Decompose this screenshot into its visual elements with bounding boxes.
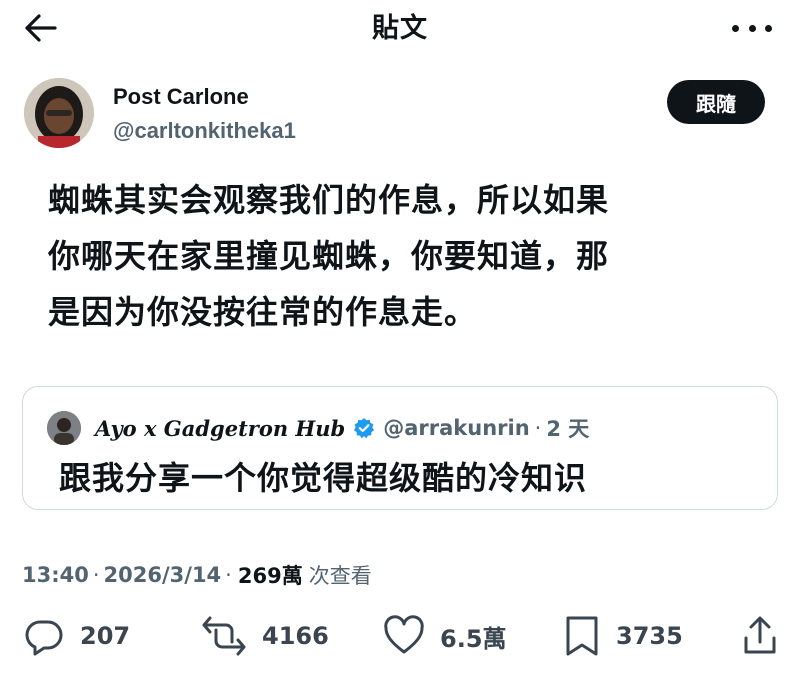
share-button[interactable]: [742, 614, 778, 658]
post-text-line: 你哪天在家里撞见蜘蛛，你要知道，那: [48, 237, 610, 275]
bookmark-icon: [566, 616, 598, 656]
post-text: 蜘蛛其实会观察我们的作息，所以如果 你哪天在家里撞见蜘蛛，你要知道，那 是因为你…: [48, 172, 768, 340]
page-title: 貼文: [372, 13, 428, 44]
meta-separator: ·: [225, 563, 232, 587]
view-count-label: 次查看: [308, 564, 372, 588]
follow-button[interactable]: 跟隨: [667, 80, 765, 124]
like-count: 6.5萬: [440, 624, 507, 653]
post-date: 2026/3/14: [103, 563, 222, 587]
bookmark-count: 3735: [616, 622, 683, 650]
quote-timestamp: 2 天: [546, 417, 590, 441]
like-button[interactable]: 6.5萬: [382, 614, 507, 658]
post-meta: 13:40 · 2026/3/14 · 269萬 次查看: [22, 560, 372, 590]
heart-icon: [384, 615, 424, 654]
post-time: 13:40: [22, 563, 89, 587]
verified-badge-icon: [354, 418, 375, 439]
more-horizontal-icon: [732, 24, 739, 32]
repost-icon: [202, 616, 246, 656]
post-text-line: 蜘蛛其实会观察我们的作息，所以如果: [48, 181, 610, 219]
repost-count: 4166: [262, 622, 329, 650]
view-count: 269萬: [237, 564, 303, 588]
reply-button[interactable]: 207: [22, 614, 130, 658]
meta-separator: ·: [92, 563, 100, 587]
quote-header: Ayo x Gadgetron Hub @arrakunrin · 2 天: [95, 413, 589, 443]
action-bar: 207 4166 6.5萬 3735: [0, 614, 800, 664]
bookmark-button[interactable]: 3735: [562, 614, 683, 658]
share-icon: [744, 616, 776, 654]
author-name[interactable]: Post Carlone: [113, 84, 249, 110]
repost-button[interactable]: 4166: [200, 614, 329, 658]
author-handle[interactable]: @carltonkitheka1: [113, 118, 296, 144]
top-bar: 貼文: [0, 0, 800, 56]
more-options-button[interactable]: [732, 14, 772, 42]
quoted-post-card[interactable]: Ayo x Gadgetron Hub @arrakunrin · 2 天 跟我…: [22, 386, 778, 510]
quote-author-name: Ayo x Gadgetron Hub: [95, 415, 346, 441]
quote-separator: ·: [534, 416, 542, 440]
author-avatar[interactable]: [24, 78, 94, 148]
post-text-line: 是因为你没按往常的作息走。: [48, 293, 478, 331]
reply-count: 207: [80, 622, 131, 650]
quote-text: 跟我分享一个你觉得超级酷的冷知识: [59, 459, 588, 497]
reply-icon: [25, 620, 63, 656]
quote-author-avatar: [47, 411, 81, 445]
quote-author-handle: @arrakunrin: [383, 416, 530, 440]
